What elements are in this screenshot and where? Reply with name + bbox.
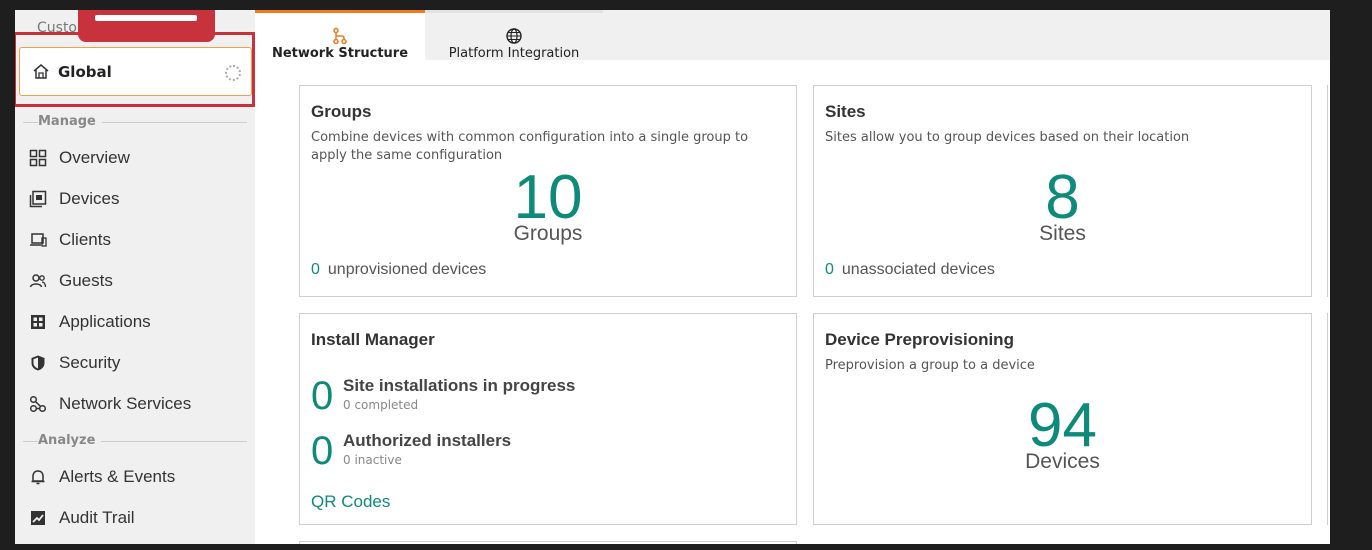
next-card-partial bbox=[299, 541, 797, 544]
section-analyze-label: Analyze bbox=[38, 433, 102, 448]
sidebar-item-guests[interactable]: Guests bbox=[29, 266, 249, 296]
network-structure-icon bbox=[333, 27, 347, 45]
install-manager-card[interactable]: Install Manager 0 Site installations in … bbox=[299, 313, 797, 525]
sidebar-item-label: Guests bbox=[59, 271, 113, 290]
sites-unit: Sites bbox=[1039, 222, 1086, 245]
devices-icon bbox=[29, 190, 47, 208]
sidebar: Custo Global Manage Overview Devices Cli… bbox=[15, 10, 255, 544]
unprovisioned-devices[interactable]: 0 unprovisioned devices bbox=[311, 261, 486, 279]
sidebar-item-applications[interactable]: Applications bbox=[29, 307, 249, 337]
tab-label: Network Structure bbox=[271, 46, 409, 61]
card-title: Sites bbox=[825, 102, 866, 121]
sidebar-item-label: Clients bbox=[59, 230, 111, 249]
sidebar-item-label: Devices bbox=[59, 189, 120, 208]
unprovisioned-count: 0 bbox=[311, 261, 320, 278]
sidebar-item-network-services[interactable]: Network Services bbox=[29, 389, 249, 419]
sidebar-item-label: Security bbox=[59, 353, 121, 372]
section-manage: Manage bbox=[23, 114, 247, 130]
tab-label: Platform Integration bbox=[448, 46, 580, 61]
main-content: Network Structure Platform Integration G… bbox=[255, 10, 1330, 544]
bell-icon bbox=[29, 468, 47, 486]
sidebar-item-audit-trail[interactable]: Audit Trail bbox=[29, 503, 249, 533]
installers-count: 0 bbox=[311, 429, 334, 473]
sidebar-item-alerts-events[interactable]: Alerts & Events bbox=[29, 462, 249, 492]
tab-network-structure[interactable]: Network Structure bbox=[255, 10, 425, 61]
sidebar-item-security[interactable]: Security bbox=[29, 348, 249, 378]
sites-card[interactable]: Sites Sites allow you to group devices b… bbox=[813, 85, 1312, 297]
sidebar-item-devices[interactable]: Devices bbox=[29, 184, 249, 214]
tab-bar: Network Structure Platform Integration bbox=[255, 10, 1330, 61]
preprovisioned-unit: Devices bbox=[1025, 450, 1100, 473]
sidebar-item-label: Applications bbox=[59, 312, 151, 331]
card-title: Groups bbox=[311, 102, 372, 121]
audit-trail-icon bbox=[29, 509, 47, 527]
unassociated-label: unassociated devices bbox=[841, 261, 995, 278]
sidebar-item-label: Network Services bbox=[59, 394, 192, 413]
installations-completed: 0 completed bbox=[343, 398, 419, 412]
section-analyze: Analyze bbox=[23, 433, 247, 449]
unassociated-count: 0 bbox=[825, 261, 834, 278]
grid-icon bbox=[29, 149, 47, 167]
sidebar-item-clients[interactable]: Clients bbox=[29, 225, 249, 255]
installations-count: 0 bbox=[311, 374, 334, 418]
highlight-frame bbox=[15, 32, 255, 107]
card-title: Device Preprovisioning bbox=[825, 330, 1014, 349]
network-services-icon bbox=[29, 395, 47, 413]
app-window: Custo Global Manage Overview Devices Cli… bbox=[15, 10, 1330, 544]
qr-codes-link[interactable]: QR Codes bbox=[311, 492, 390, 512]
device-preprovisioning-card[interactable]: Device Preprovisioning Preprovision a gr… bbox=[813, 313, 1312, 525]
installers-inactive: 0 inactive bbox=[343, 453, 402, 467]
redaction-badge bbox=[78, 10, 215, 42]
installers-title: Authorized installers bbox=[343, 431, 512, 450]
section-manage-label: Manage bbox=[38, 114, 102, 129]
globe-icon bbox=[506, 28, 522, 44]
next-card-edge bbox=[1327, 85, 1330, 297]
card-description: Preprovision a group to a device bbox=[825, 358, 1035, 373]
card-description: Combine devices with common configuratio… bbox=[311, 130, 749, 163]
guests-icon bbox=[29, 272, 47, 290]
groups-card[interactable]: Groups Combine devices with common confi… bbox=[299, 85, 797, 297]
groups-unit: Groups bbox=[513, 222, 583, 245]
sidebar-item-overview[interactable]: Overview bbox=[29, 143, 249, 173]
sidebar-item-label: Alerts & Events bbox=[59, 467, 176, 486]
card-title: Install Manager bbox=[311, 330, 435, 349]
sidebar-item-label: Audit Trail bbox=[59, 508, 135, 527]
applications-icon bbox=[29, 313, 47, 331]
shield-icon bbox=[29, 354, 47, 372]
card-description: Sites allow you to group devices based o… bbox=[825, 130, 1190, 145]
unprovisioned-label: unprovisioned devices bbox=[327, 261, 487, 278]
next-card-edge bbox=[1327, 313, 1330, 525]
installations-title: Site installations in progress bbox=[343, 376, 576, 395]
tab-platform-integration[interactable]: Platform Integration bbox=[425, 10, 603, 61]
clients-icon bbox=[29, 231, 47, 249]
sidebar-item-label: Overview bbox=[59, 148, 130, 167]
unassociated-devices[interactable]: 0 unassociated devices bbox=[825, 261, 995, 279]
